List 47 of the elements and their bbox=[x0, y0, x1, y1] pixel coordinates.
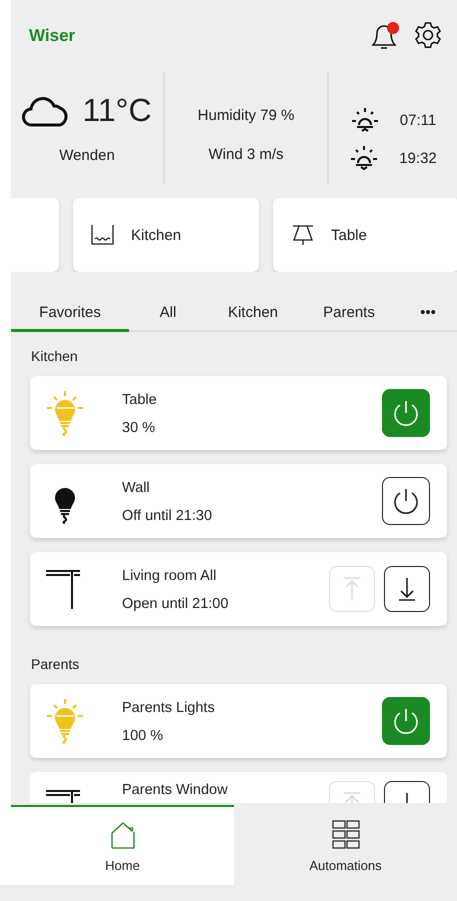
lamp-icon bbox=[291, 224, 315, 246]
scene-card[interactable]: Kitchen bbox=[73, 198, 259, 272]
notification-bell-icon[interactable] bbox=[369, 21, 399, 51]
wind: Wind 3 m/s bbox=[208, 146, 284, 163]
temperature: 11°C bbox=[82, 92, 152, 129]
grid-icon bbox=[332, 820, 360, 850]
device-card[interactable]: Table 30 % bbox=[30, 376, 447, 450]
lower-button[interactable] bbox=[384, 566, 430, 612]
device-card[interactable]: Parents Lights 100 % bbox=[30, 684, 447, 758]
sunrise-time: 07:11 bbox=[400, 112, 436, 128]
device-name: Table bbox=[122, 392, 158, 408]
power-icon bbox=[391, 706, 421, 736]
device-card[interactable]: Wall Off until 21:30 bbox=[30, 464, 447, 538]
sunset-icon bbox=[349, 143, 380, 173]
device-status: 100 % bbox=[122, 728, 164, 744]
room-tab[interactable]: All bbox=[129, 296, 207, 332]
humidity: Humidity 79 % bbox=[198, 107, 294, 124]
location: Wenden bbox=[59, 147, 115, 164]
settings-icon[interactable] bbox=[413, 21, 443, 51]
device-status: Off until 21:30 bbox=[122, 508, 214, 524]
wiser-logo: Wiser bbox=[29, 26, 76, 46]
device-status: 30 % bbox=[122, 420, 156, 436]
device-name: Living room All bbox=[122, 568, 218, 584]
room-tab[interactable]: ••• bbox=[399, 296, 457, 332]
lower-button[interactable] bbox=[384, 781, 430, 803]
scene-card[interactable]: Table bbox=[273, 198, 457, 272]
room-tab[interactable]: Kitchen bbox=[207, 296, 299, 332]
device-name: Wall bbox=[122, 480, 151, 496]
power-icon bbox=[391, 398, 421, 428]
oven-icon bbox=[91, 224, 115, 246]
group-title: Parents bbox=[30, 655, 80, 674]
home-icon bbox=[108, 820, 136, 850]
scene-label: Table bbox=[331, 226, 367, 244]
cloud-icon bbox=[22, 94, 68, 126]
nav-tab[interactable]: Home bbox=[11, 805, 234, 885]
room-tab[interactable]: Favorites bbox=[11, 296, 129, 332]
scene-label: Kitchen bbox=[131, 226, 182, 244]
group-title: Kitchen bbox=[30, 347, 79, 366]
room-tab[interactable]: Parents bbox=[299, 296, 399, 332]
device-name: Parents Window bbox=[122, 782, 229, 798]
device-name: Parents Lights bbox=[122, 700, 216, 716]
sunset-time: 19:32 bbox=[399, 150, 437, 166]
power-button[interactable] bbox=[382, 477, 430, 525]
device-card[interactable]: Living room All Open until 21:00 bbox=[30, 552, 447, 626]
power-icon bbox=[391, 486, 421, 516]
device-card[interactable]: Parents Window bbox=[30, 772, 447, 803]
device-status: Open until 21:00 bbox=[122, 596, 230, 612]
